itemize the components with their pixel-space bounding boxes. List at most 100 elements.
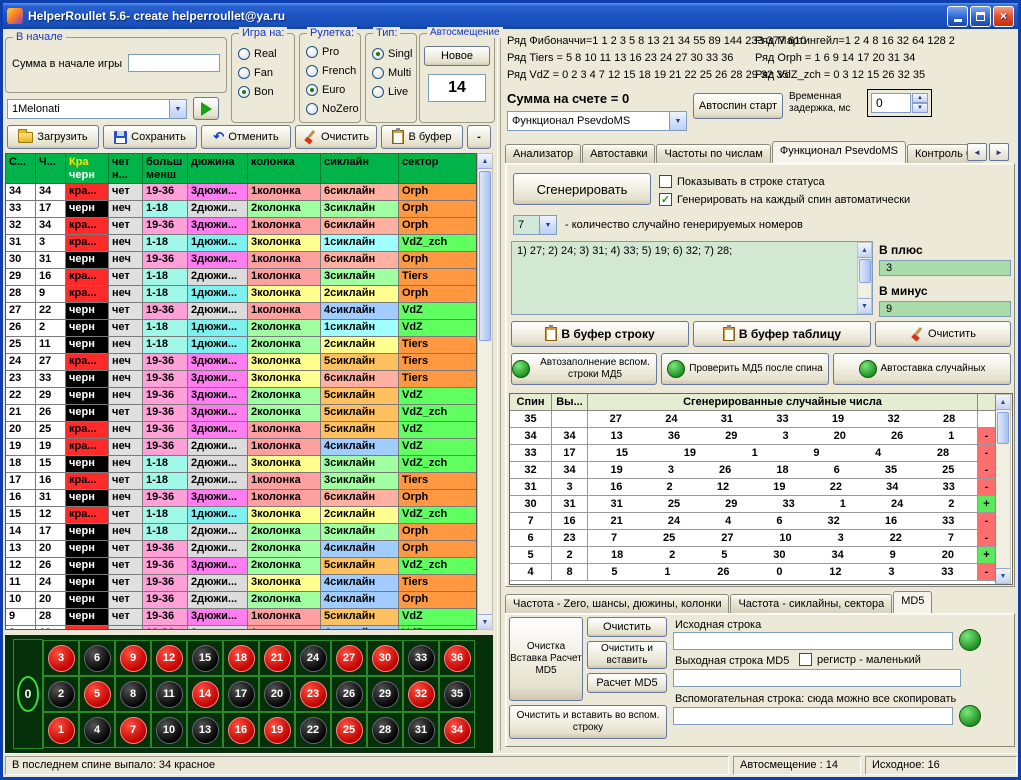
column-header-с[interactable]: С...: [6, 154, 36, 184]
gen-row[interactable]: 3131621219223433-: [510, 479, 1012, 496]
gen-row[interactable]: 3317151919428-: [510, 445, 1012, 462]
radio-fan[interactable]: Fan: [232, 63, 294, 82]
board-cell-33[interactable]: 33: [403, 640, 439, 676]
board-cell-31[interactable]: 31: [403, 712, 439, 748]
spin-row[interactable]: 1919кра...неч19-362дюжи...1колонка4сикла…: [6, 439, 476, 456]
preset-combobox[interactable]: 1Melonati ▼: [7, 99, 187, 119]
generated-numbers-area[interactable]: 1) 27; 2) 24; 3) 31; 4) 33; 5) 19; 6) 32…: [511, 241, 873, 315]
show-status-checkbox-row[interactable]: Показывать в строке статуса: [659, 175, 825, 188]
spin-row[interactable]: 1320чернчет19-362дюжи...2колонка4сиклайн…: [6, 541, 476, 558]
scroll-thumb[interactable]: [479, 171, 491, 341]
chevron-down-icon[interactable]: ▼: [669, 112, 686, 130]
board-cell-18[interactable]: 18: [223, 640, 259, 676]
radio-euro[interactable]: Euro: [300, 80, 360, 99]
gen-table-scrollbar[interactable]: ▲ ▼: [995, 394, 1011, 584]
md5-big-button[interactable]: Очистка Вставка Расчет MD5: [509, 617, 583, 701]
board-cell-36[interactable]: 36: [439, 640, 475, 676]
minimize-button[interactable]: [947, 6, 968, 27]
board-cell-10[interactable]: 10: [151, 712, 187, 748]
source-string-input[interactable]: [673, 632, 953, 650]
helper-string-input[interactable]: [673, 707, 953, 725]
board-cell-25[interactable]: 25: [331, 712, 367, 748]
tab-анализатор[interactable]: Анализатор: [505, 144, 581, 163]
clear-button[interactable]: Очистить: [295, 125, 377, 149]
spin-row[interactable]: 1815черннеч1-182дюжи...3колонка3сиклайнV…: [6, 456, 476, 473]
scroll-down-button[interactable]: ▼: [996, 568, 1010, 583]
buffer-line-button[interactable]: В буфер строку: [511, 321, 689, 347]
spin-row[interactable]: 262чернчет1-181дюжи...2колонка1сиклайнVd…: [6, 320, 476, 337]
clear-generated-button[interactable]: Очистить: [875, 321, 1011, 347]
chevron-down-icon[interactable]: ▼: [539, 216, 556, 234]
radio-real[interactable]: Real: [232, 44, 294, 63]
board-cell-17[interactable]: 17: [223, 676, 259, 712]
spin-row[interactable]: 3234кра...чет19-363дюжи...1колонка6сикла…: [6, 218, 476, 235]
spin-row[interactable]: 2511черннеч1-181дюжи...2колонка2сиклайнT…: [6, 337, 476, 354]
spin-row[interactable]: 2722чернчет19-362дюжи...1колонка4сиклайн…: [6, 303, 476, 320]
spins-table-scrollbar[interactable]: ▲ ▼: [477, 153, 493, 630]
spin-row[interactable]: 1631черннеч19-363дюжи...1колонка6сиклайн…: [6, 490, 476, 507]
area-scrollbar[interactable]: ▲ ▼: [857, 242, 872, 314]
functional-combobox[interactable]: Функционал PsevdoMS ▼: [507, 111, 687, 131]
minus-button[interactable]: -: [467, 125, 491, 149]
autofill-md5-button[interactable]: Автозаполнение вспом. строки МД5: [511, 353, 657, 385]
scroll-up-button[interactable]: ▲: [478, 154, 492, 169]
tab-автоставки[interactable]: Автоставки: [582, 144, 655, 163]
output-string-input[interactable]: [673, 669, 961, 687]
title-bar[interactable]: HelperRoullet 5.6- create helperroullet@…: [3, 3, 1018, 29]
register-checkbox-row[interactable]: регистр - маленький: [799, 653, 921, 666]
column-header-больш[interactable]: большменш: [143, 154, 188, 184]
tab-функционал-psevdoms[interactable]: Функционал PsevdoMS: [772, 141, 906, 163]
radio-bon[interactable]: Bon: [232, 82, 294, 101]
spin-row[interactable]: 1417черннеч1-182дюжи...2колонка3сиклайнO…: [6, 524, 476, 541]
column-header-дюжина[interactable]: дюжина: [188, 154, 248, 184]
radio-nozero[interactable]: NoZero: [300, 99, 360, 118]
check-md5-button[interactable]: Проверить МД5 после спина: [661, 353, 829, 385]
auto-generate-checkbox-row[interactable]: ✓Генерировать на каждый спин автоматичес…: [659, 193, 910, 206]
checkbox-icon[interactable]: [659, 175, 672, 188]
maximize-button[interactable]: [970, 6, 991, 27]
board-cell-9[interactable]: 9: [115, 640, 151, 676]
scroll-thumb[interactable]: [997, 412, 1009, 444]
column-header-ч[interactable]: Ч...: [36, 154, 66, 184]
spin-row[interactable]: 819кра...неч19-362дюжи...1колонка4сиклай…: [6, 626, 476, 630]
board-cell-12[interactable]: 12: [151, 640, 187, 676]
column-header-чет[interactable]: четн...: [109, 154, 143, 184]
spin-row[interactable]: 313кра...неч1-181дюжи...3колонка1сиклайн…: [6, 235, 476, 252]
board-cell-29[interactable]: 29: [367, 676, 403, 712]
board-cell-15[interactable]: 15: [187, 640, 223, 676]
start-sum-input[interactable]: [128, 54, 220, 72]
column-header-сектор[interactable]: сектор: [399, 154, 477, 184]
radio-singl[interactable]: Singl: [366, 44, 416, 63]
gen-row[interactable]: 3434133629320261-: [510, 428, 1012, 445]
board-cell-19[interactable]: 19: [259, 712, 295, 748]
radio-french[interactable]: French: [300, 61, 360, 80]
column-header-сиклайн[interactable]: сиклайн: [321, 154, 399, 184]
spin-row[interactable]: 2916кра...чет1-182дюжи...1колонка3сиклай…: [6, 269, 476, 286]
column-header-кра[interactable]: Крачерн: [66, 154, 109, 184]
scroll-thumb[interactable]: [859, 259, 871, 283]
board-cell-7[interactable]: 7: [115, 712, 151, 748]
spin-row[interactable]: 1226чернчет19-363дюжи...2колонка5сиклайн…: [6, 558, 476, 575]
board-cell-34[interactable]: 34: [439, 712, 475, 748]
tab-частоты-по-числам[interactable]: Частоты по числам: [656, 144, 770, 163]
md5-calc-button[interactable]: Расчет MD5: [587, 673, 667, 693]
board-cell-4[interactable]: 4: [79, 712, 115, 748]
scroll-down-button[interactable]: ▼: [478, 614, 492, 629]
board-cell-22[interactable]: 22: [295, 712, 331, 748]
run-preset-button[interactable]: [193, 97, 219, 120]
board-cell-1[interactable]: 1: [43, 712, 79, 748]
spin-row[interactable]: 2427кра...неч19-363дюжи...3колонка5сикла…: [6, 354, 476, 371]
spin-row[interactable]: 3031черннеч19-363дюжи...1колонка6сиклайн…: [6, 252, 476, 269]
spinner-down-icon[interactable]: ▼: [912, 103, 928, 113]
chevron-down-icon[interactable]: ▼: [169, 100, 186, 118]
tab-scroll-left-button[interactable]: ◄: [967, 143, 987, 161]
spin-row[interactable]: 928чернчет19-363дюжи...1колонка5сиклайнV…: [6, 609, 476, 626]
gen-row[interactable]: 3031312529331242+: [510, 496, 1012, 513]
autobet-button[interactable]: Автоставка случайных: [833, 353, 1011, 385]
generate-button[interactable]: Сгенерировать: [513, 173, 651, 205]
save-button[interactable]: Сохранить: [103, 125, 197, 149]
spin-row[interactable]: 1020чернчет19-362дюжи...2колонка4сиклайн…: [6, 592, 476, 609]
radio-multi[interactable]: Multi: [366, 63, 416, 82]
to-buffer-button[interactable]: В буфер: [381, 125, 463, 149]
board-cell-24[interactable]: 24: [295, 640, 331, 676]
